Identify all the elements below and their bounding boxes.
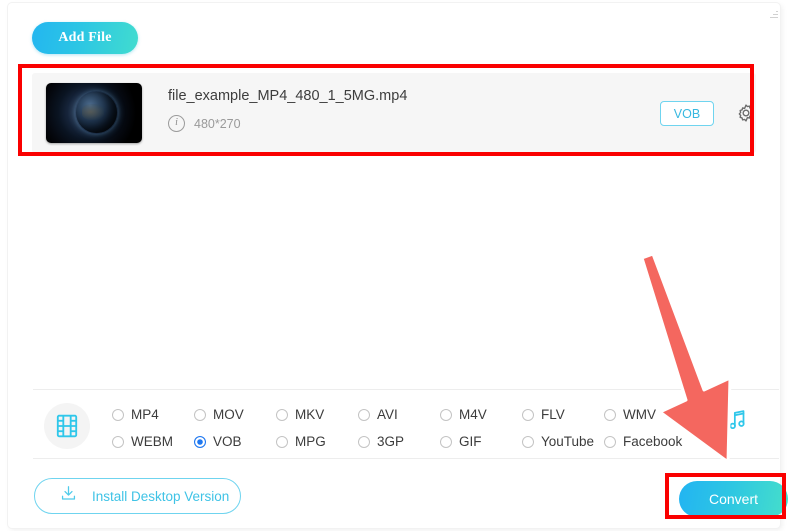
format-option-mkv[interactable]: MKV (276, 407, 358, 422)
format-option-avi[interactable]: AVI (358, 407, 440, 422)
format-option-3gp[interactable]: 3GP (358, 434, 440, 449)
format-label: 3GP (377, 434, 405, 449)
radio-mp4[interactable] (112, 408, 124, 421)
format-label: MPG (295, 434, 326, 449)
format-label: GIF (459, 434, 482, 449)
radio-webm[interactable] (112, 435, 124, 448)
radio-avi[interactable] (358, 408, 370, 421)
file-resolution-label: 480*270 (194, 116, 241, 131)
format-option-mpg[interactable]: MPG (276, 434, 358, 449)
gear-icon[interactable] (735, 102, 757, 124)
format-label: Facebook (623, 434, 683, 449)
radio-mov[interactable] (194, 408, 206, 421)
info-icon[interactable]: i (168, 115, 185, 132)
format-label: M4V (459, 407, 487, 422)
radio-youtube[interactable] (522, 435, 534, 448)
format-option-facebook[interactable]: Facebook (604, 434, 686, 449)
file-name-label: file_example_MP4_480_1_5MG.mp4 (168, 88, 408, 104)
app-window: Add File file_example_MP4_480_1_5MG.mp4 … (0, 0, 800, 531)
radio-facebook[interactable] (604, 435, 616, 448)
install-desktop-version-button[interactable]: Install Desktop Version (34, 478, 241, 514)
install-label: Install Desktop Version (92, 488, 230, 504)
resize-handle[interactable] (768, 10, 778, 20)
format-option-gif[interactable]: GIF (440, 434, 522, 449)
format-label: YouTube (541, 434, 595, 449)
divider-bottom (33, 458, 779, 459)
format-label: WMV (623, 407, 656, 422)
file-list-row[interactable] (32, 73, 756, 153)
format-option-flv[interactable]: FLV (522, 407, 604, 422)
convert-button[interactable]: Convert (679, 481, 788, 517)
add-file-button[interactable]: Add File (32, 22, 138, 54)
format-options-grid: MP4 MOV MKV AVI M4V FLV WMV WEBM VOB MPG… (112, 401, 712, 455)
radio-wmv[interactable] (604, 408, 616, 421)
divider-top (33, 389, 779, 390)
format-option-wmv[interactable]: WMV (604, 407, 686, 422)
format-label: WEBM (131, 434, 173, 449)
format-label: MKV (295, 407, 325, 422)
converter-panel: Add File file_example_MP4_480_1_5MG.mp4 … (8, 3, 788, 528)
radio-3gp[interactable] (358, 435, 370, 448)
format-option-m4v[interactable]: M4V (440, 407, 522, 422)
format-option-youtube[interactable]: YouTube (522, 434, 604, 449)
format-option-mov[interactable]: MOV (194, 407, 276, 422)
format-label: FLV (541, 407, 565, 422)
radio-gif[interactable] (440, 435, 452, 448)
format-option-webm[interactable]: WEBM (112, 434, 194, 449)
format-label: MOV (213, 407, 244, 422)
music-note-icon[interactable] (724, 407, 750, 433)
earth-globe-icon (76, 92, 117, 133)
radio-mkv[interactable] (276, 408, 288, 421)
radio-vob[interactable] (194, 435, 206, 448)
format-option-vob[interactable]: VOB (194, 434, 276, 449)
file-meta: i 480*270 (168, 115, 241, 132)
output-format-tag[interactable]: VOB (660, 101, 714, 126)
radio-mpg[interactable] (276, 435, 288, 448)
video-thumbnail (46, 83, 142, 143)
format-label: MP4 (131, 407, 159, 422)
format-label: AVI (377, 407, 398, 422)
film-strip-icon[interactable] (44, 403, 90, 449)
format-option-mp4[interactable]: MP4 (112, 407, 194, 422)
radio-flv[interactable] (522, 408, 534, 421)
radio-m4v[interactable] (440, 408, 452, 421)
format-label: VOB (213, 434, 242, 449)
download-icon (59, 484, 78, 508)
